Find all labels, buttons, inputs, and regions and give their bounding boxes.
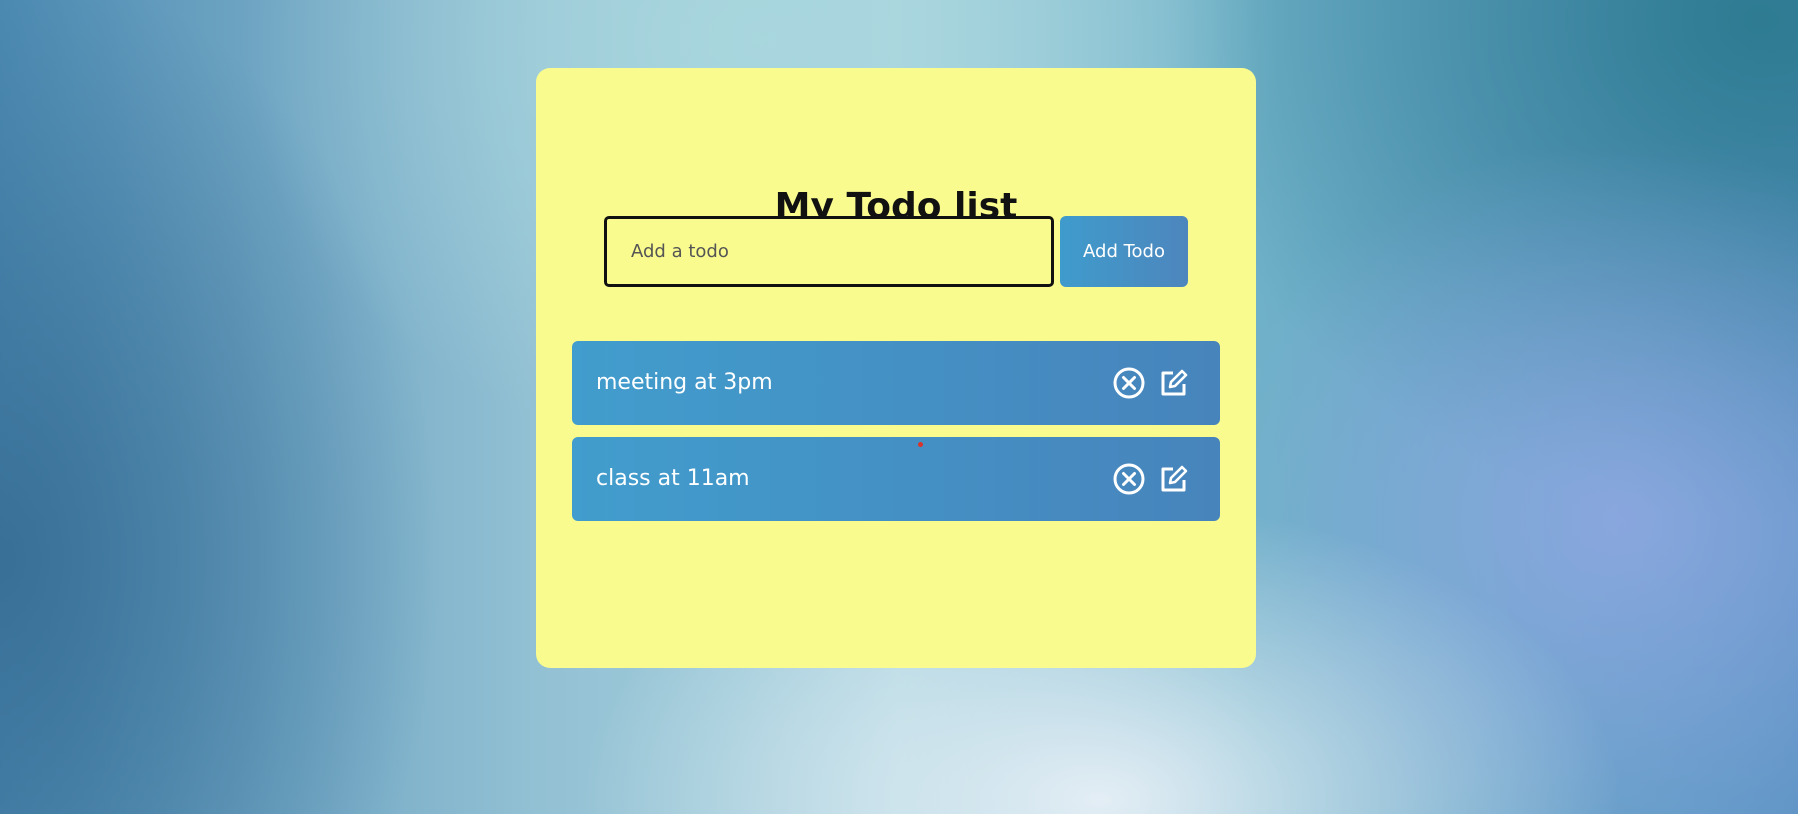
todo-text: meeting at 3pm [596, 370, 773, 395]
edit-icon[interactable] [1156, 462, 1190, 496]
todo-item: meeting at 3pm [572, 341, 1220, 425]
x-circle-icon[interactable] [1112, 366, 1146, 400]
edit-icon[interactable] [1156, 366, 1190, 400]
todo-card: My Todo list Add Todo meeting at 3pm cla… [536, 68, 1256, 668]
add-todo-form: Add Todo [604, 216, 1188, 287]
todo-input[interactable] [604, 216, 1054, 287]
todo-text: class at 11am [596, 466, 750, 491]
todo-item: class at 11am [572, 437, 1220, 521]
todo-list: meeting at 3pm class at 11am [572, 341, 1220, 533]
x-circle-icon[interactable] [1112, 462, 1146, 496]
mouse-cursor-dot [918, 442, 923, 447]
add-todo-button[interactable]: Add Todo [1060, 216, 1188, 287]
